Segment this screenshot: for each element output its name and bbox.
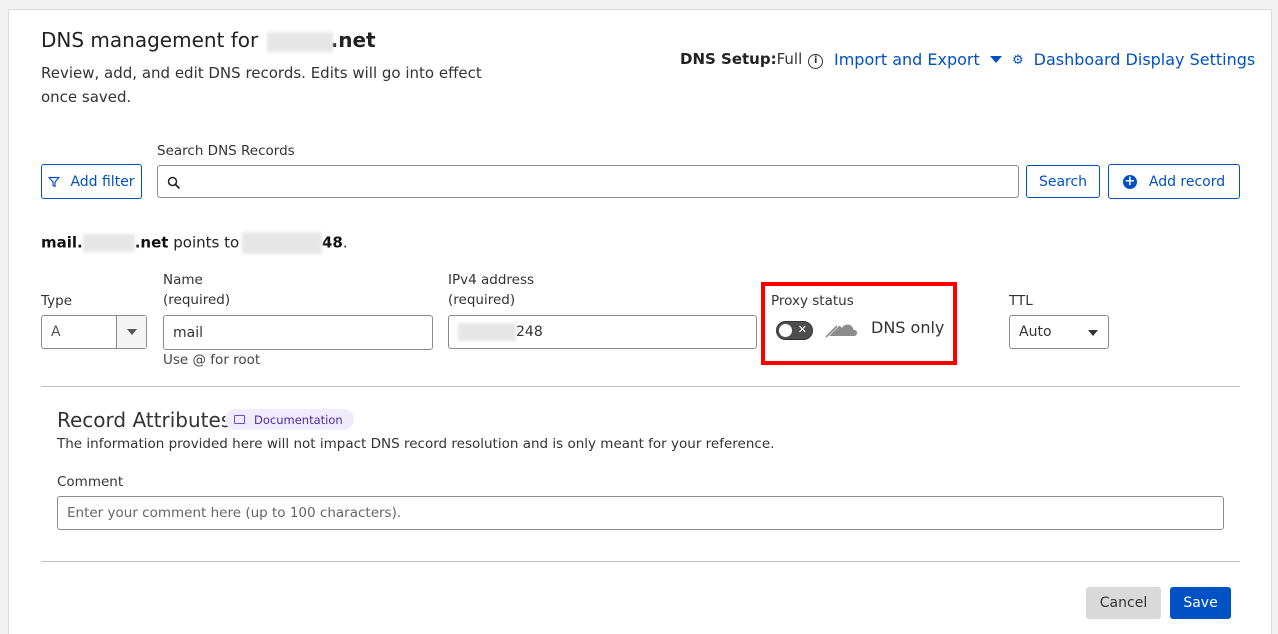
proxy-toggle[interactable]: ✕ [776,321,813,340]
record-attributes-title: Record Attributes [57,408,232,432]
summary-ip-suffix: 48 [321,233,343,252]
search-label: Search DNS Records [157,143,295,159]
search-icon [167,176,181,190]
filter-icon [48,176,61,187]
summary-points-to: points to [173,233,240,252]
gear-icon: ⚙ [1012,53,1024,68]
name-required-text: (required) [163,292,231,308]
dns-setup-status: DNS Setup:Full i [680,50,824,69]
save-button[interactable]: Save [1170,587,1231,619]
name-help-text: Use @ for root [163,352,261,368]
cloud-icon [823,317,858,343]
type-label: Type [41,293,73,309]
caret-down-icon [989,56,1002,63]
proxy-status-label: Proxy status [771,293,854,309]
cancel-button[interactable]: Cancel [1086,587,1161,619]
name-label: Name (required) [163,270,230,310]
name-input[interactable]: mail [163,315,433,350]
comment-placeholder: Enter your comment here (up to 100 chara… [67,505,402,521]
dns-setup-label: DNS Setup: [680,50,777,68]
import-export-dropdown[interactable]: Import and Export [834,50,1002,69]
add-filter-label: Add filter [70,173,135,190]
documentation-link[interactable]: Documentation [225,409,354,430]
divider [41,561,1240,562]
name-label-text: Name [163,272,203,288]
ttl-label: TTL [1009,293,1033,309]
redacted-ip [241,232,322,254]
type-dropdown-toggle[interactable] [116,316,146,348]
proxy-status-value: DNS only [871,318,945,337]
chevron-down-icon [126,329,137,335]
chevron-down-icon [1088,330,1098,336]
ipv4-value-suffix: 248 [516,324,543,340]
ipv4-label-text: IPv4 address [448,272,535,288]
add-filter-button[interactable]: Add filter [41,164,142,199]
redacted-domain [82,234,135,252]
type-select[interactable]: A [41,315,147,349]
dns-edit-card: DNS management for .net Review, add, and… [8,9,1272,634]
search-input[interactable] [157,165,1019,198]
summary-period: . [342,233,348,252]
ipv4-required-text: (required) [448,292,516,308]
documentation-label: Documentation [254,412,343,427]
page-title: DNS management for .net [41,28,376,52]
info-icon[interactable]: i [808,54,824,69]
record-attributes-description: The information provided here will not i… [57,436,775,452]
dashboard-settings-label: Dashboard Display Settings [1033,50,1256,69]
search-button[interactable]: Search [1026,165,1100,198]
type-value: A [51,324,61,340]
summary-name-prefix: mail. [41,233,83,252]
title-prefix: DNS management for [41,28,259,52]
ttl-select[interactable]: Auto [1009,315,1109,349]
book-icon [234,415,245,424]
import-export-label: Import and Export [834,50,980,69]
add-record-label: Add record [1148,173,1226,190]
summary-name-suffix: .net [134,233,169,252]
close-icon: ✕ [797,323,807,336]
ipv4-input[interactable]: 248 [448,315,757,349]
title-domain-suffix: .net [330,28,376,52]
plus-circle-icon: + [1122,173,1137,189]
dashboard-display-settings-link[interactable]: ⚙ Dashboard Display Settings [1012,50,1255,69]
ttl-value: Auto [1019,324,1052,340]
comment-label: Comment [57,474,124,490]
record-summary: mail. .net points to 48. [41,232,348,254]
name-value: mail [173,324,203,341]
ipv4-label: IPv4 address (required) [448,270,534,310]
divider [41,386,1240,387]
add-record-button[interactable]: + Add record [1108,164,1240,199]
dns-setup-value: Full [776,50,803,68]
toggle-knob [779,324,792,337]
redacted-ip [458,323,516,341]
page-subtitle: Review, add, and edit DNS records. Edits… [41,64,482,106]
redacted-domain [266,31,333,52]
comment-input[interactable]: Enter your comment here (up to 100 chara… [57,496,1224,530]
